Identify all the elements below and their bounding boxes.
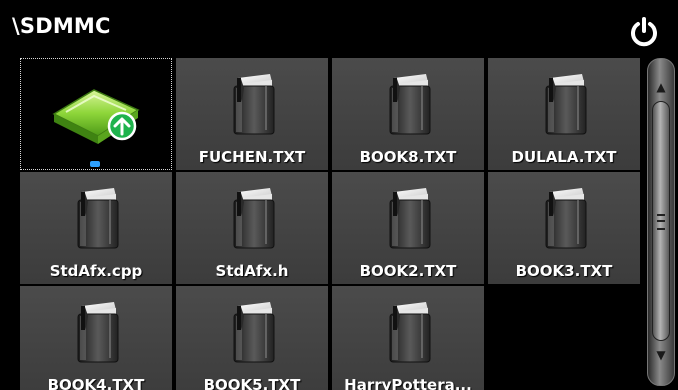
parent-folder-tile[interactable] [20, 58, 172, 170]
title-bar: \SDMMC [0, 0, 678, 56]
folder-up-icon [52, 89, 140, 144]
book-file-icon [536, 72, 594, 136]
file-tile[interactable]: FUCHEN.TXT [176, 58, 328, 170]
file-name: FUCHEN.TXT [198, 148, 306, 166]
scroll-up-icon[interactable]: ▲ [648, 77, 674, 97]
file-tile[interactable]: BOOK3.TXT [488, 172, 640, 284]
file-grid: FUCHEN.TXT BOOK8.TXT DULALA.TXT StdAfx.c… [20, 58, 640, 390]
file-tile[interactable]: StdAfx.h [176, 172, 328, 284]
scroll-thumb[interactable] [652, 101, 670, 341]
grip-icon [657, 214, 665, 230]
book-file-icon [68, 186, 126, 250]
file-name: BOOK3.TXT [515, 262, 613, 280]
file-tile[interactable]: BOOK8.TXT [332, 58, 484, 170]
file-name: BOOK4.TXT [47, 376, 145, 390]
power-button[interactable] [628, 16, 660, 48]
file-name: DULALA.TXT [511, 148, 617, 166]
selection-indicator [90, 161, 100, 167]
file-tile[interactable]: StdAfx.cpp [20, 172, 172, 284]
file-tile[interactable]: BOOK5.TXT [176, 286, 328, 390]
book-file-icon [380, 300, 438, 364]
file-name: BOOK5.TXT [203, 376, 301, 390]
book-file-icon [224, 72, 282, 136]
book-file-icon [224, 300, 282, 364]
file-name: BOOK2.TXT [359, 262, 457, 280]
file-tile[interactable]: HarryPottera... [332, 286, 484, 390]
book-file-icon [224, 186, 282, 250]
book-file-icon [536, 186, 594, 250]
file-tile[interactable]: BOOK2.TXT [332, 172, 484, 284]
book-file-icon [380, 72, 438, 136]
book-file-icon [68, 300, 126, 364]
power-icon [631, 17, 657, 47]
vertical-scrollbar[interactable]: ▲ ▼ [647, 58, 675, 386]
file-tile[interactable]: DULALA.TXT [488, 58, 640, 170]
file-name: StdAfx.h [215, 262, 289, 280]
scroll-down-icon[interactable]: ▼ [648, 345, 674, 365]
file-tile[interactable]: BOOK4.TXT [20, 286, 172, 390]
file-name: HarryPottera... [344, 376, 472, 390]
current-path-title: \SDMMC [12, 14, 111, 38]
file-name: StdAfx.cpp [49, 262, 143, 280]
book-file-icon [380, 186, 438, 250]
file-name: BOOK8.TXT [359, 148, 457, 166]
